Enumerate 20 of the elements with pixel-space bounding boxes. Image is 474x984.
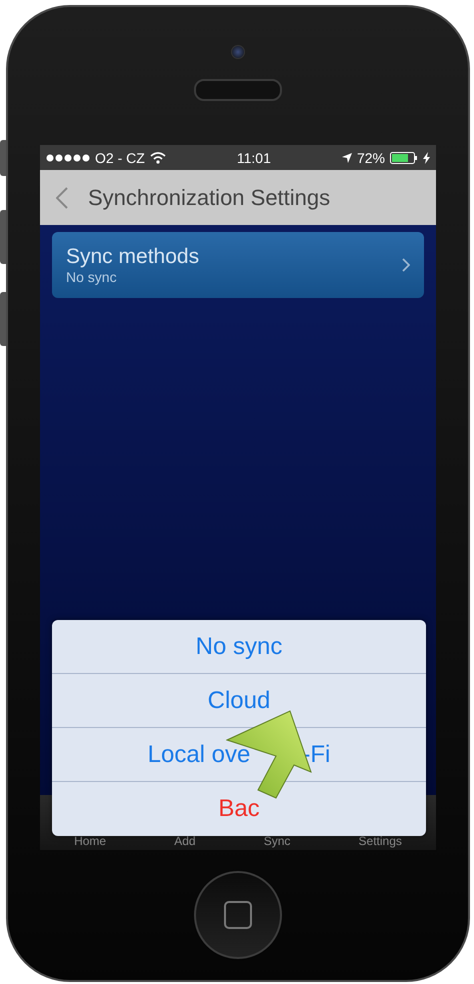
sheet-option[interactable]: No sync [52,620,426,674]
tab-label[interactable]: Settings [358,834,402,848]
camera-icon [231,45,245,59]
tab-label[interactable]: Add [174,834,196,848]
clock-time: 11:01 [236,150,271,166]
tab-label[interactable]: Home [74,834,106,848]
battery-percent: 72% [356,150,385,166]
chevron-icon [402,258,410,272]
back-button[interactable]: Bac [52,782,426,836]
charging-icon [423,152,430,164]
row-value: No sync [66,269,118,285]
screen-title: Synchronization Settings [88,184,330,210]
tab-label[interactable]: Sync [264,834,290,848]
settings-row[interactable]: Sync methods No sync [52,232,424,298]
carrier-name: O2 - CZ [95,150,145,166]
location-icon [342,152,352,162]
wifi-icon [150,152,166,164]
signal-icon [46,154,90,162]
battery-icon [390,152,418,164]
row-title: Sync methods [66,245,200,269]
